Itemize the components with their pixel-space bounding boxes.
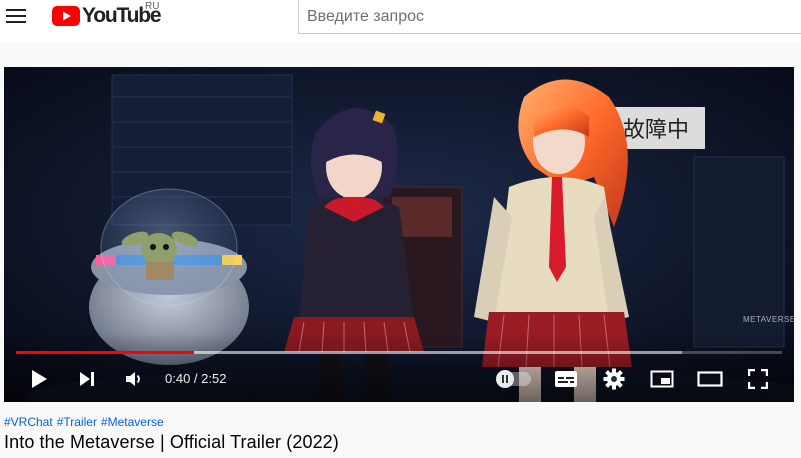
pause-icon (502, 375, 508, 383)
video-title: Into the Metaverse | Official Trailer (2… (4, 432, 339, 452)
logo-country-code: RU (145, 1, 160, 12)
settings-button[interactable] (600, 365, 628, 393)
autoplay-toggle[interactable] (496, 370, 531, 388)
video-player[interactable]: 故障中 METAVERSE 0:40 / 2:52 (4, 67, 794, 402)
menu-icon[interactable] (6, 6, 28, 26)
miniplayer-button[interactable] (648, 365, 676, 393)
subtitles-icon (555, 371, 577, 387)
progress-bar[interactable] (16, 351, 782, 354)
subtitles-button[interactable] (552, 365, 580, 393)
fullscreen-button[interactable] (744, 365, 772, 393)
search-box (298, 0, 801, 34)
hashtag-link[interactable]: #Trailer (57, 415, 97, 429)
next-button[interactable] (74, 365, 100, 393)
miniplayer-icon (650, 370, 674, 388)
theater-mode-icon (697, 371, 723, 387)
hashtags: #VRChat #Trailer #Metaverse (4, 415, 168, 429)
volume-icon (126, 372, 140, 386)
play-icon (32, 370, 47, 388)
channel-watermark[interactable]: METAVERSE (743, 315, 794, 324)
time-display: 0:40 / 2:52 (165, 371, 227, 386)
next-icon (80, 372, 94, 386)
masthead: YouTube RU (0, 0, 801, 42)
sign-text: 故障中 (623, 118, 689, 143)
theater-mode-button[interactable] (696, 365, 724, 393)
progress-played (16, 351, 194, 354)
settings-gear-icon (603, 368, 625, 390)
mute-button[interactable] (121, 365, 147, 393)
hashtag-link[interactable]: #VRChat (4, 415, 53, 429)
hashtag-link[interactable]: #Metaverse (101, 415, 164, 429)
youtube-play-logo-icon (52, 6, 80, 26)
search-input[interactable] (305, 0, 789, 33)
play-button[interactable] (26, 365, 52, 393)
autoplay-knob (496, 370, 514, 388)
fullscreen-icon (748, 369, 768, 389)
